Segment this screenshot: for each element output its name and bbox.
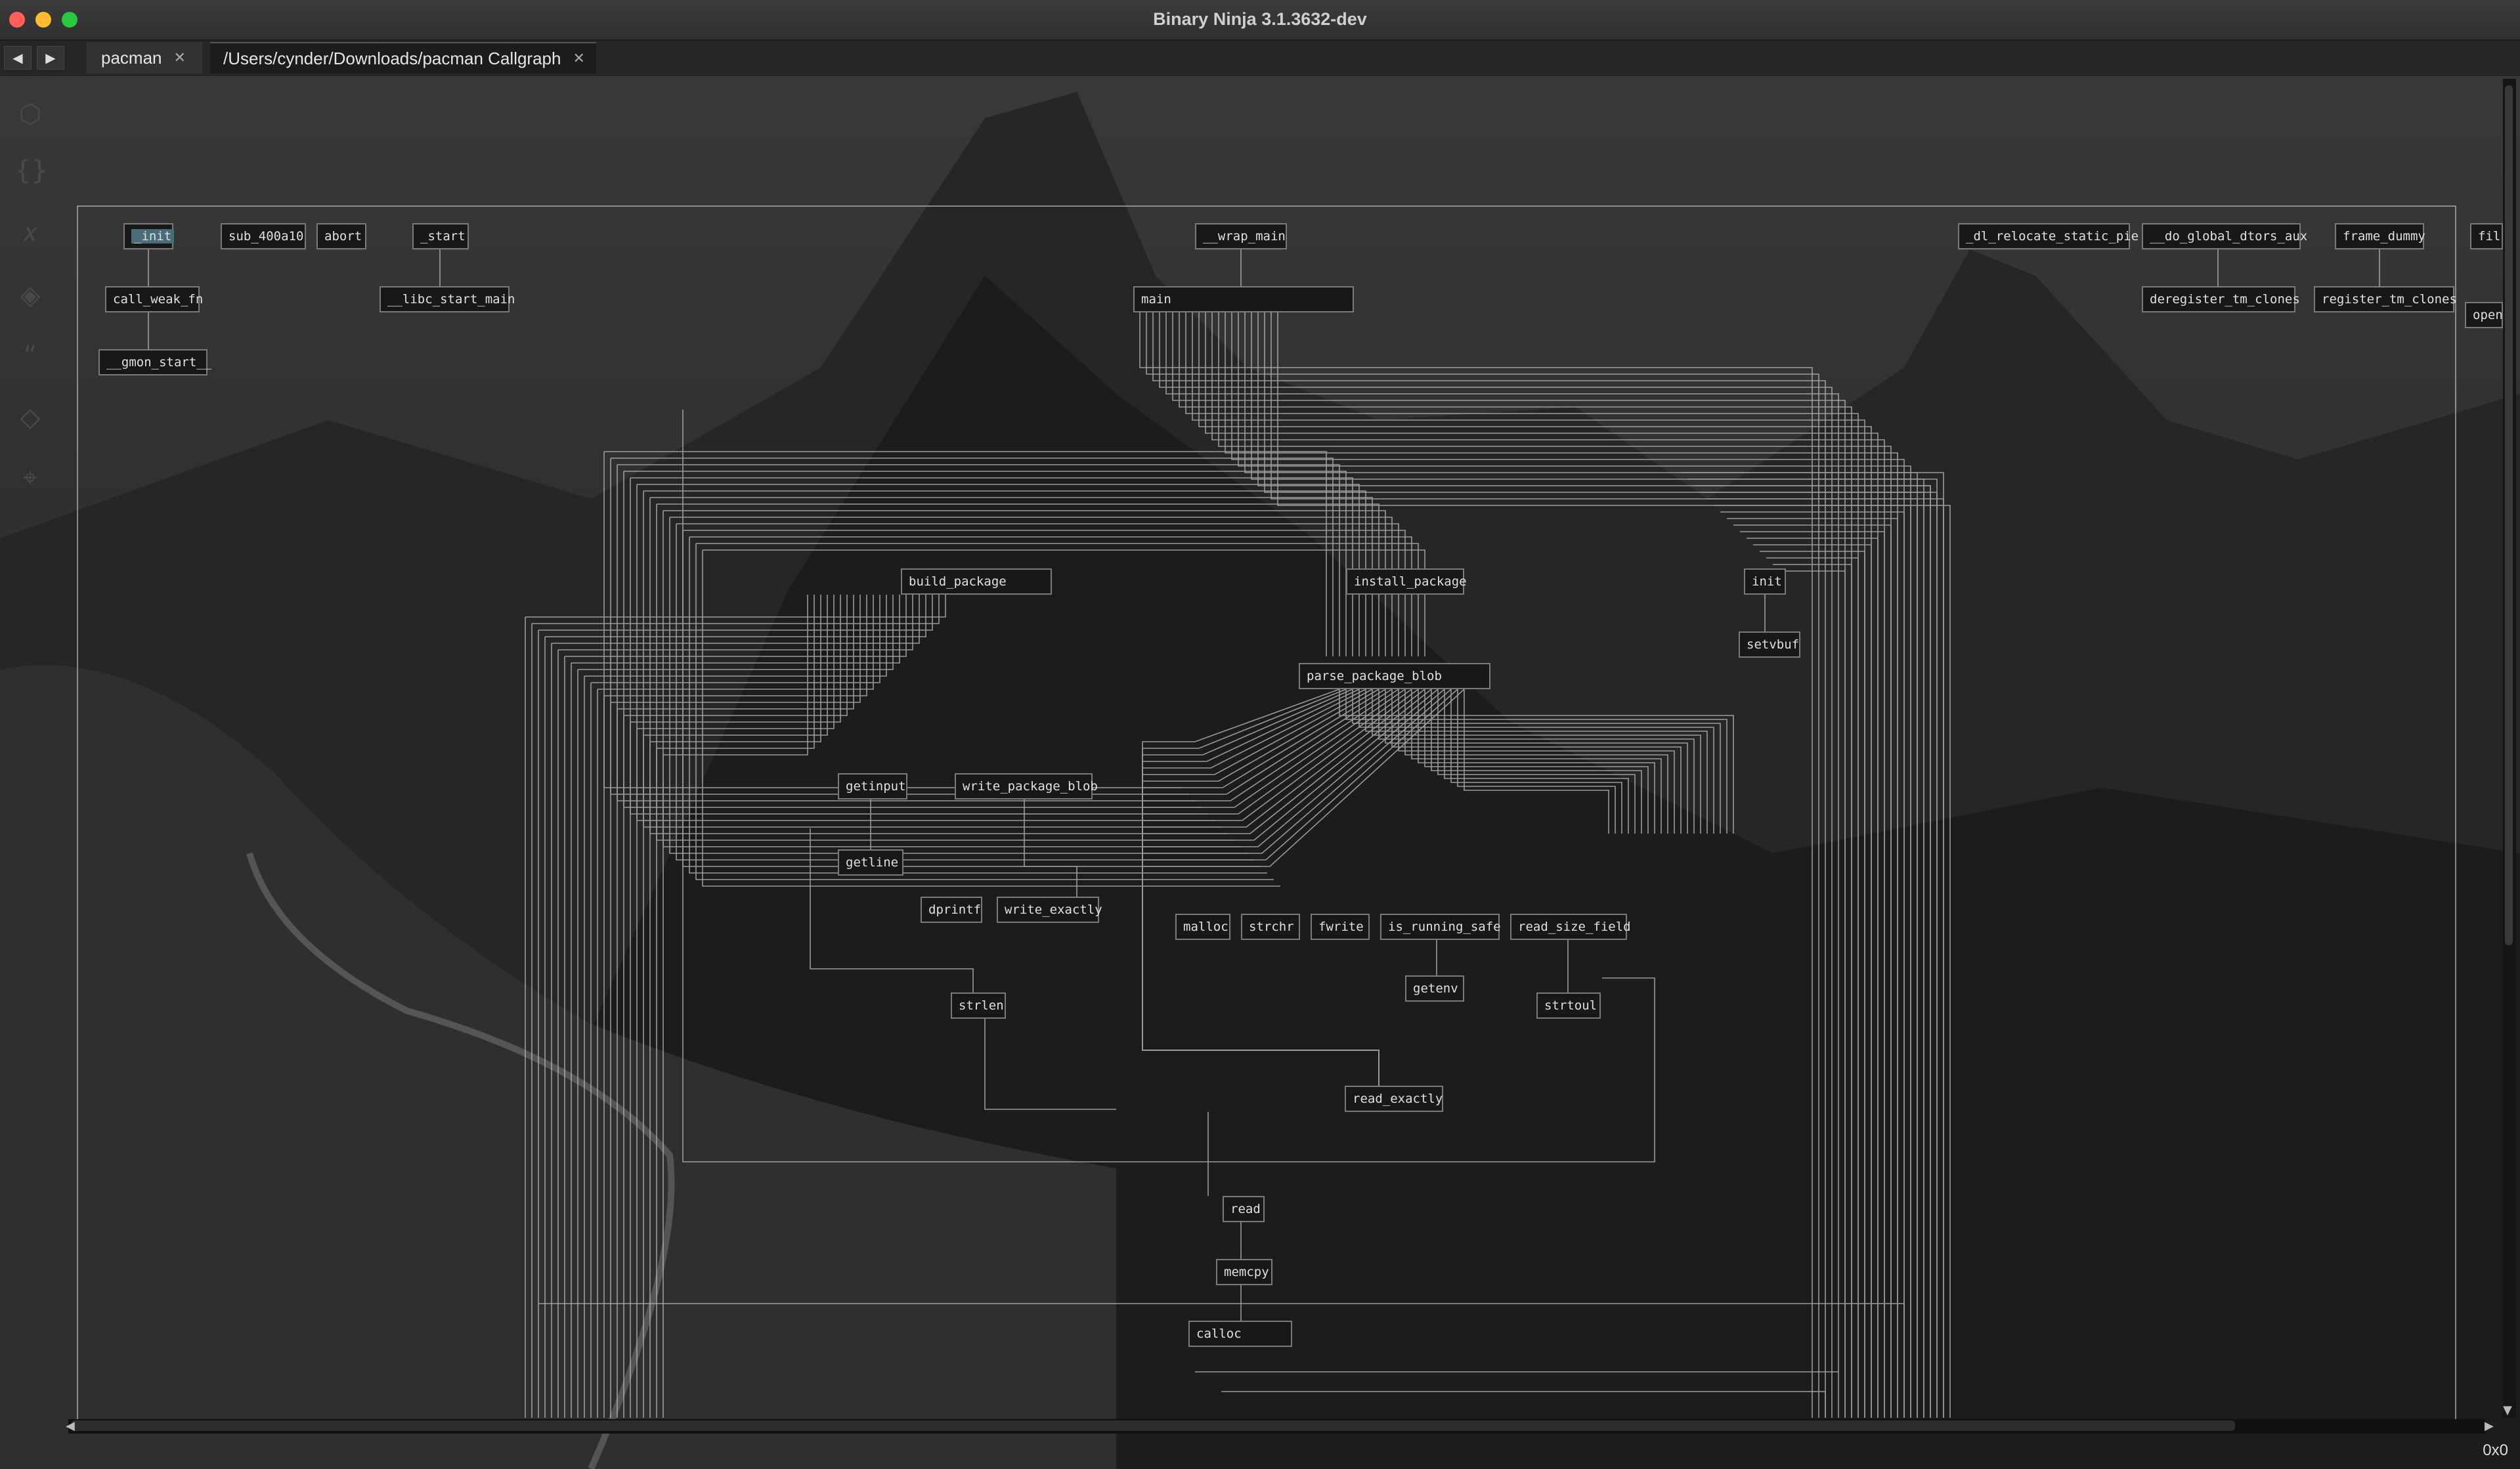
node-wrap-main[interactable]: __wrap_main (1195, 223, 1287, 249)
node-write-package-blob[interactable]: write_package_blob (955, 773, 1098, 799)
node-parse-package-blob[interactable]: parse_package_blob (1299, 663, 1490, 689)
status-address: 0x0 (2483, 1441, 2508, 1459)
node-main[interactable]: main (1133, 286, 1354, 312)
nav-forward-button[interactable]: ▶ (37, 46, 64, 70)
node-read-exactly[interactable]: read_exactly (1345, 1086, 1443, 1112)
braces-icon[interactable]: {} (14, 155, 48, 186)
pin-icon[interactable]: ⌖ (14, 462, 46, 494)
node-fil[interactable]: fil (2470, 223, 2503, 249)
quote-icon[interactable]: “ (14, 340, 46, 372)
node-read[interactable]: read (1223, 1196, 1265, 1222)
node-memcpy[interactable]: memcpy (1216, 1259, 1272, 1285)
scroll-right-icon[interactable]: ▶ (2485, 1419, 2494, 1433)
node-gmon-start[interactable]: __gmon_start__ (98, 349, 211, 375)
node-call-weak-fn[interactable]: call_weak_fn (105, 286, 203, 312)
layers-icon[interactable]: ◈ (14, 280, 46, 311)
tab-bar: ◀ ▶ pacman ✕ /Users/cynder/Downloads/pac… (0, 41, 2520, 77)
node-write-exactly[interactable]: write_exactly (997, 897, 1102, 923)
node-start[interactable]: _start (412, 223, 469, 249)
tab-pacman-label: pacman (101, 47, 162, 68)
node-getline[interactable]: getline (838, 849, 903, 876)
close-tab-icon[interactable]: ✕ (174, 49, 186, 66)
tab-pacman[interactable]: pacman ✕ (87, 42, 202, 74)
horizontal-scroll-thumb[interactable] (71, 1420, 2235, 1431)
node-fwrite[interactable]: fwrite (1311, 914, 1370, 940)
scroll-down-icon[interactable]: ▼ (2503, 1403, 2512, 1417)
node-is-running-safe[interactable]: is_running_safe (1380, 914, 1501, 940)
node-init[interactable]: init (1744, 568, 1786, 595)
window-title: Binary Ninja 3.1.3632-dev (1153, 9, 1367, 29)
node-do-global-dtors[interactable]: __do_global_dtors_aux (2142, 223, 2307, 249)
node-strchr[interactable]: strchr (1241, 914, 1300, 940)
tag-icon[interactable]: ◇ (14, 402, 46, 433)
node-getenv[interactable]: getenv (1405, 975, 1464, 1002)
node-read-size-field[interactable]: read_size_field (1510, 914, 1631, 940)
title-bar: Binary Ninja 3.1.3632-dev (0, 0, 2520, 41)
scroll-left-icon[interactable]: ◀ (66, 1419, 75, 1433)
hex-icon[interactable]: ⬡ (14, 98, 46, 130)
node-strtoul[interactable]: strtoul (1536, 992, 1601, 1019)
node-dl-relocate[interactable]: _dl_relocate_static_pie (1958, 223, 2139, 249)
node-getinput[interactable]: getinput (838, 773, 907, 799)
tab-callgraph[interactable]: /Users/cynder/Downloads/pacman Callgraph… (210, 42, 596, 74)
node-init-underscore[interactable]: _init (123, 223, 175, 249)
node-libc-start-main[interactable]: __libc_start_main (380, 286, 515, 312)
node-frame-dummy[interactable]: frame_dummy (2335, 223, 2425, 249)
vertical-scroll-thumb[interactable] (2505, 85, 2513, 945)
node-deregister-tm-clones[interactable]: deregister_tm_clones (2142, 286, 2300, 312)
variable-icon[interactable]: 𝑥 (14, 217, 46, 248)
graph-canvas[interactable] (0, 0, 2520, 1469)
node-malloc[interactable]: malloc (1175, 914, 1230, 940)
node-abort[interactable]: abort (316, 223, 366, 249)
node-strlen[interactable]: strlen (951, 992, 1006, 1019)
node-install-package[interactable]: install_package (1346, 568, 1467, 595)
node-build-package[interactable]: build_package (901, 568, 1052, 595)
nav-back-button[interactable]: ◀ (4, 46, 32, 70)
node-calloc[interactable]: calloc (1188, 1321, 1292, 1347)
node-setvbuf[interactable]: setvbuf (1739, 631, 1800, 658)
node-register-tm-clones[interactable]: register_tm_clones (2314, 286, 2457, 312)
tab-callgraph-label: /Users/cynder/Downloads/pacman Callgraph (223, 48, 561, 68)
node-dprintf[interactable]: dprintf (921, 897, 982, 923)
close-tab-icon[interactable]: ✕ (573, 50, 584, 67)
node-open[interactable]: open (2465, 302, 2503, 328)
node-sub-400a10[interactable]: sub_400a10 (221, 223, 306, 249)
